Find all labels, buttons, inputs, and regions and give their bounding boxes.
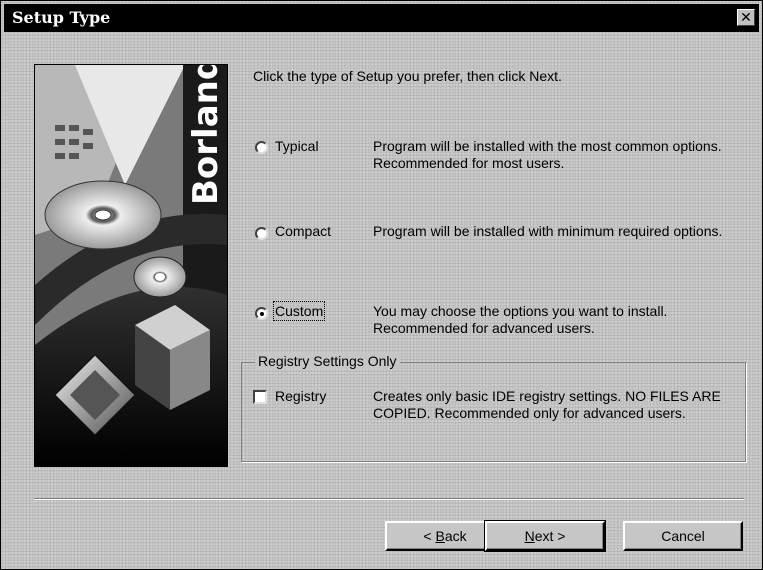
borland-logo-text: Borland: [186, 65, 226, 205]
setup-type-dialog: Setup Type ✕ Borland Click the type of S…: [0, 0, 763, 570]
back-mnemonic: B: [435, 528, 445, 544]
title-bar[interactable]: Setup Type ✕: [4, 4, 759, 32]
custom-description: You may choose the options you want to i…: [373, 303, 668, 336]
back-rest: ack: [444, 528, 467, 544]
next-rest: ext >: [534, 528, 566, 544]
instruction-text: Click the type of Setup you prefer, then…: [253, 68, 562, 84]
custom-radio[interactable]: [255, 307, 268, 320]
registry-description: Creates only basic IDE registry settings…: [373, 388, 721, 421]
typical-label[interactable]: Typical: [275, 138, 319, 154]
window-title: Setup Type: [12, 8, 111, 27]
compact-description: Program will be installed with minimum r…: [373, 223, 723, 239]
registry-checkbox[interactable]: [253, 390, 267, 404]
next-button[interactable]: Next >: [484, 520, 606, 552]
registry-label[interactable]: Registry: [275, 388, 326, 404]
button-separator: [34, 498, 744, 500]
compact-radio[interactable]: [255, 227, 268, 240]
compact-label[interactable]: Compact: [275, 223, 331, 239]
setup-artwork: Borland: [34, 64, 228, 467]
next-mnemonic: N: [524, 528, 535, 544]
custom-label[interactable]: Custom: [272, 301, 326, 321]
cancel-button[interactable]: Cancel: [623, 521, 743, 551]
typical-description: Program will be installed with the most …: [373, 138, 722, 171]
typical-radio[interactable]: [255, 141, 268, 154]
registry-settings-group: Registry Settings Only Registry Creates …: [241, 353, 746, 462]
close-icon[interactable]: ✕: [737, 9, 755, 26]
registry-group-legend: Registry Settings Only: [255, 353, 400, 369]
back-prefix: <: [423, 528, 436, 544]
